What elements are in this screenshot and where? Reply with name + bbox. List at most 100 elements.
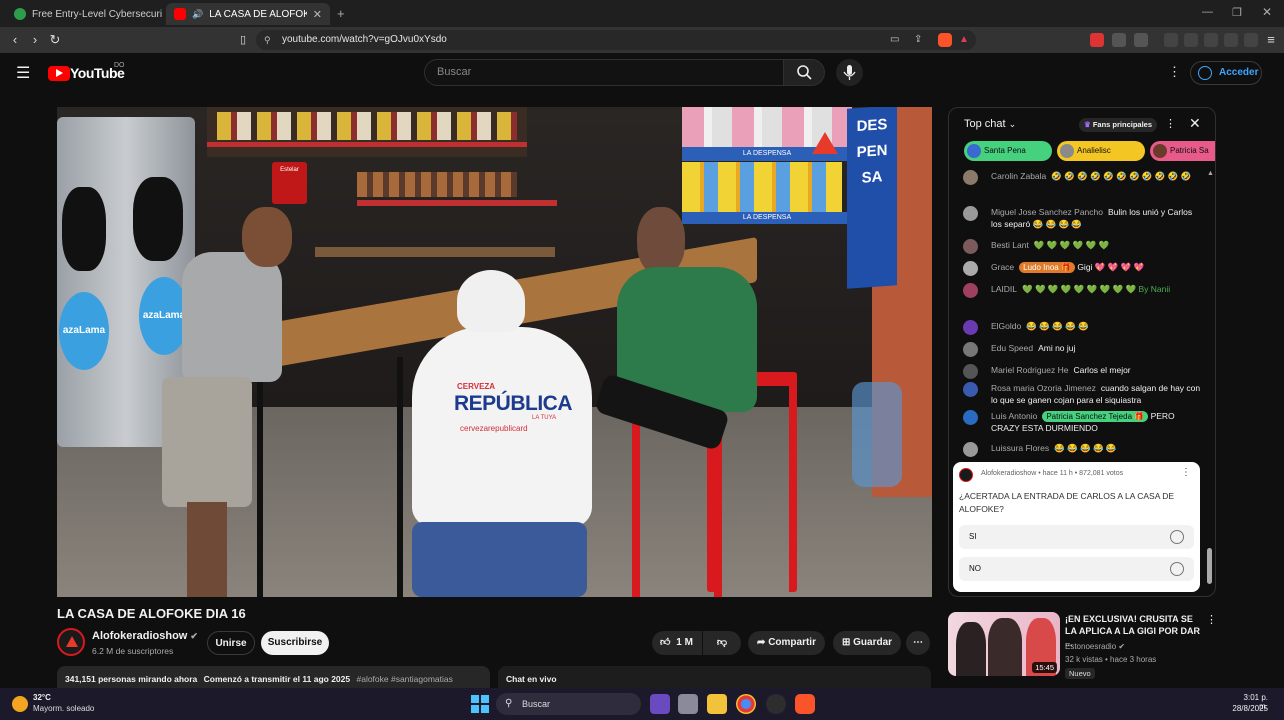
share-button[interactable]: ➦ Compartir — [748, 631, 825, 655]
share-icon[interactable]: ⇪ — [914, 30, 922, 50]
close-window-icon[interactable]: ✕ — [1262, 5, 1272, 19]
speaker-icon: 🔊 — [192, 8, 204, 19]
wallet-icon[interactable] — [1204, 33, 1218, 47]
close-tab-icon[interactable]: ✕ — [313, 8, 322, 21]
related-video-thumbnail[interactable]: 15:45 — [948, 612, 1060, 676]
chat-message: Luis Antonio Patricia Sanchez Tejeda 🎁 PE… — [963, 410, 1203, 434]
thumbs-up-icon: 👍︎ — [660, 637, 671, 648]
voice-search-button[interactable] — [836, 59, 863, 86]
description-box[interactable]: 341,151 personas mirando ahora Comenzó a… — [57, 666, 490, 688]
reload-icon[interactable]: ↻ — [47, 32, 63, 48]
shelf-tag: Estelar — [272, 162, 307, 204]
maximize-icon[interactable]: ❐ — [1232, 6, 1242, 19]
brave-rewards-icon[interactable]: ▲ — [959, 30, 969, 50]
chat-message: Besti Lant 💚 💚 💚 💚 💚 💚 — [963, 239, 1203, 254]
back-icon[interactable]: ‹ — [7, 32, 23, 48]
save-button[interactable]: ⊞ Guardar — [833, 631, 901, 655]
url-field[interactable]: ⚲ youtube.com/watch?v=gOJvu0xYsdo ▭ ⇪ ▲ — [256, 30, 976, 50]
chat-message: Luissura Flores 😂 😂 😂 😂 😂 — [963, 442, 1203, 457]
poll-more-icon[interactable]: ⋮ — [1181, 467, 1191, 478]
close-chat-icon[interactable]: ✕ — [1189, 115, 1201, 132]
dislike-button[interactable]: 👎︎ — [703, 631, 741, 655]
bookmark-icon[interactable]: ▯ — [235, 32, 251, 48]
minimize-icon[interactable]: — — [1202, 6, 1213, 18]
taskbar-search[interactable]: ⚲ Buscar — [496, 693, 641, 715]
user-avatar — [963, 320, 978, 335]
extension-icon[interactable] — [1090, 33, 1104, 47]
site-info-icon[interactable]: ⚲ — [264, 30, 271, 50]
logo-overlay — [812, 132, 838, 154]
poll-meta: Alofokeradioshow • hace 11 h • 872,081 v… — [981, 470, 1124, 477]
github-icon[interactable] — [766, 694, 786, 714]
widgets-icon[interactable] — [650, 694, 670, 714]
windows-start-icon[interactable] — [470, 694, 490, 714]
poll-option-si[interactable]: SI — [959, 525, 1194, 549]
related-meta: 32 k vistas • hace 3 horas — [1065, 655, 1157, 664]
save-playlist-icon: ⊞ — [841, 637, 851, 648]
youtube-play-icon — [48, 66, 70, 81]
fans-principales-chip[interactable]: ♛ Fans principales — [1079, 118, 1158, 132]
live-chat-header[interactable]: Chat en vivo — [498, 666, 931, 688]
chat-more-icon[interactable]: ⋮ — [1165, 117, 1176, 130]
puzzle-icon[interactable] — [1112, 33, 1126, 47]
related-channel[interactable]: Estonoesradio ✔ — [1065, 642, 1125, 651]
search-input[interactable]: Buscar — [424, 59, 784, 86]
chat-message: Edu Speed Ami no juj — [963, 342, 1203, 357]
chrome-icon[interactable] — [736, 694, 756, 714]
cast-icon[interactable]: ▭ — [890, 30, 899, 50]
chat-chip[interactable]: Santa Pena — [964, 141, 1052, 161]
chat-chip[interactable]: Analielisc — [1057, 141, 1145, 161]
join-button[interactable]: Unirse — [207, 631, 255, 655]
vpn-icon[interactable] — [1244, 33, 1258, 47]
subscriber-count: 6.2 M de suscriptores — [92, 646, 174, 656]
despensa-sign: DES PEN SA — [847, 107, 897, 289]
stream-start-date: Comenzó a transmitir el 11 ago 2025 — [203, 674, 351, 684]
crown-icon: ♛ — [1084, 120, 1091, 129]
watching-count: 341,151 personas mirando ahora — [65, 674, 198, 684]
verified-icon: ✔ — [190, 631, 198, 641]
scroll-up-icon[interactable]: ▲ — [1207, 170, 1214, 177]
chat-scrollbar[interactable]: ▲ — [1207, 170, 1214, 595]
channel-avatar[interactable] — [57, 628, 85, 656]
weather-temp: 32°C — [33, 693, 51, 702]
scroll-thumb[interactable] — [1207, 548, 1212, 584]
leo-icon[interactable] — [1224, 33, 1238, 47]
file-explorer-icon[interactable] — [707, 694, 727, 714]
channel-name[interactable]: Alofokeradioshow ✔ — [92, 630, 198, 642]
radio-icon — [1170, 530, 1184, 544]
sign-in-button[interactable]: Acceder — [1190, 61, 1262, 85]
brave-shield-icon[interactable] — [938, 33, 952, 47]
weather-icon[interactable] — [12, 696, 28, 712]
tab-label: Free Entry-Level Cybersecurity Traini — [32, 8, 162, 20]
user-avatar — [963, 342, 978, 357]
tab-cybersecurity[interactable]: Free Entry-Level Cybersecurity Traini — [6, 3, 162, 25]
subscribe-button[interactable]: Suscribirse — [261, 631, 329, 655]
chat-message: LAIDIL 💚 💚 💚 💚 💚 💚 💚 💚 💚 By Nanii — [963, 283, 1203, 298]
sidebar-icon[interactable] — [1184, 33, 1198, 47]
chat-mode-dropdown[interactable]: Top chat ⌄ — [964, 118, 1016, 130]
verified-icon: ✔ — [1118, 642, 1126, 651]
windows-taskbar: 32°C Mayorm. soleado ⚲ Buscar 3:01 p. m.… — [0, 688, 1284, 720]
brave-icon[interactable] — [795, 694, 815, 714]
video-player[interactable]: azaLama azaLama Estelar LA DESPENSA LA D… — [57, 107, 932, 597]
forward-icon[interactable]: › — [27, 32, 43, 48]
chat-chip[interactable]: Patricia Sa — [1150, 141, 1215, 161]
like-button[interactable]: 👍︎ 1 M — [652, 631, 702, 655]
hashtags[interactable]: #alofoke #santiagomatias — [356, 674, 452, 684]
hamburger-menu-icon[interactable]: ☰ — [16, 63, 30, 83]
poll-option-no[interactable]: NO — [959, 557, 1194, 581]
related-more-icon[interactable]: ⋮ — [1206, 613, 1217, 626]
user-avatar — [963, 239, 978, 254]
search-button[interactable] — [783, 59, 825, 86]
new-tab-icon[interactable]: + — [337, 6, 345, 21]
account-icon — [1198, 66, 1212, 80]
user-avatar — [963, 206, 978, 221]
task-view-icon[interactable] — [678, 694, 698, 714]
fridge-sticker: azaLama — [59, 292, 109, 370]
tab-alofoke[interactable]: 🔊 LA CASA DE ALOFOKE DIA 16 ✕ — [166, 3, 330, 25]
menu-icon[interactable]: ≡ — [1263, 32, 1279, 48]
more-actions-button[interactable]: ⋯ — [906, 631, 930, 655]
reading-list-icon[interactable] — [1134, 33, 1148, 47]
more-options-icon[interactable]: ⋮ — [1168, 64, 1181, 80]
media-icon[interactable] — [1164, 33, 1178, 47]
